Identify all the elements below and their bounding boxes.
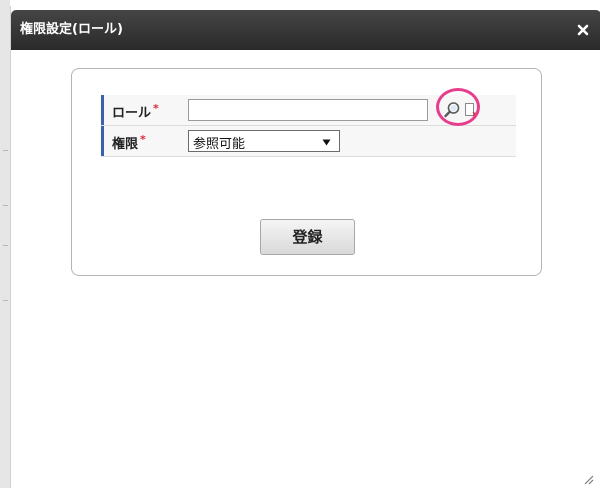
permission-label: 権限 * (112, 133, 146, 152)
close-icon[interactable] (575, 22, 591, 38)
permission-dialog: 権限設定(ロール) ロール * 権限 * 参照可能 登録 (10, 6, 600, 488)
chevron-down-icon (322, 136, 331, 146)
role-value-cell (185, 88, 516, 126)
role-label-cell: ロール * (101, 95, 185, 125)
screen: 権限設定(ロール) ロール * 権限 * 参照可能 登録 (0, 0, 600, 488)
dialog-title: 権限設定(ロール) (20, 22, 123, 37)
submit-button[interactable]: 登録 (260, 219, 355, 255)
dialog-titlebar[interactable]: 権限設定(ロール) (11, 10, 600, 50)
divider (3, 205, 8, 206)
permission-select-value: 参照可能 (193, 137, 246, 152)
role-row: ロール * (101, 88, 516, 126)
permission-value-cell: 参照可能 (185, 126, 516, 156)
divider (3, 245, 8, 246)
required-mark: * (140, 133, 146, 146)
required-mark: * (153, 102, 159, 115)
clear-icon[interactable] (464, 102, 478, 118)
resize-grip-icon[interactable] (582, 470, 594, 485)
role-label: ロール * (112, 102, 159, 121)
search-icon[interactable] (443, 101, 461, 119)
divider (3, 300, 8, 301)
form-panel: ロール * 権限 * 参照可能 登録 (71, 68, 542, 276)
permission-row: 権限 * 参照可能 (101, 126, 516, 157)
permission-select[interactable]: 参照可能 (188, 130, 340, 152)
permission-label-cell: 権限 * (101, 126, 185, 156)
background-page-edge (0, 0, 10, 488)
role-input[interactable] (188, 99, 428, 121)
divider (3, 150, 8, 151)
